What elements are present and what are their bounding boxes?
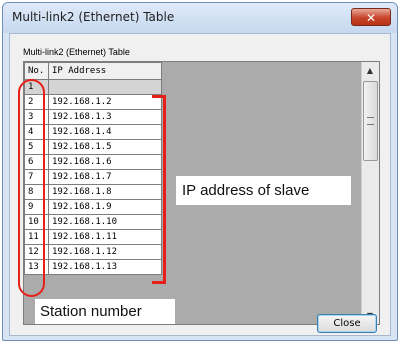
ip-address-cell[interactable]: 192.168.1.11: [48, 229, 162, 245]
window-close-button[interactable]: ✕: [351, 8, 391, 26]
table-row[interactable]: 13 192.168.1.13: [24, 259, 162, 275]
ip-address-cell[interactable]: 192.168.1.10: [48, 214, 162, 230]
ip-address-cell[interactable]: 192.168.1.5: [48, 139, 162, 155]
scroll-up-arrow-icon[interactable]: ▲: [362, 62, 378, 79]
ip-address-cell[interactable]: 192.168.1.12: [48, 244, 162, 260]
scrollbar-thumb[interactable]: [363, 81, 378, 161]
table-row[interactable]: 5 192.168.1.5: [24, 139, 162, 155]
column-header-ip-address[interactable]: IP Address: [48, 62, 162, 80]
ip-address-cell[interactable]: 192.168.1.13: [48, 259, 162, 275]
table-row[interactable]: 8 192.168.1.8: [24, 184, 162, 200]
column-header-no[interactable]: No.: [24, 62, 49, 80]
ip-address-cell[interactable]: 192.168.1.2: [48, 94, 162, 110]
table-row[interactable]: 9 192.168.1.9: [24, 199, 162, 215]
table-row[interactable]: 7 192.168.1.7: [24, 169, 162, 185]
station-number-callout: Station number: [35, 299, 175, 324]
table-row[interactable]: 12 192.168.1.12: [24, 244, 162, 260]
close-button[interactable]: Close: [317, 314, 377, 333]
ip-address-cell[interactable]: 192.168.1.3: [48, 109, 162, 125]
table-row[interactable]: 6 192.168.1.6: [24, 154, 162, 170]
ip-address-cell[interactable]: 192.168.1.9: [48, 199, 162, 215]
table-group-label: Multi-link2 (Ethernet) Table: [23, 47, 130, 57]
ip-address-cell[interactable]: [48, 79, 162, 95]
table-row[interactable]: 11 192.168.1.11: [24, 229, 162, 245]
table-row[interactable]: 10 192.168.1.10: [24, 214, 162, 230]
scrollbar-grip-icon: [367, 117, 374, 125]
ip-address-cell[interactable]: 192.168.1.7: [48, 169, 162, 185]
table-row[interactable]: 2 192.168.1.2: [24, 94, 162, 110]
multilink-table-window: Multi-link2 (Ethernet) Table ✕ Multi-lin…: [2, 2, 398, 341]
vertical-scrollbar[interactable]: ▲ ▼: [361, 62, 379, 324]
ip-address-callout: IP address of slave: [176, 176, 351, 205]
ip-address-cell[interactable]: 192.168.1.4: [48, 124, 162, 140]
ip-address-cell[interactable]: 192.168.1.8: [48, 184, 162, 200]
title-bar: Multi-link2 (Ethernet) Table ✕: [3, 3, 397, 33]
ip-address-cell[interactable]: 192.168.1.6: [48, 154, 162, 170]
window-title: Multi-link2 (Ethernet) Table: [12, 10, 175, 24]
table-row[interactable]: 4 192.168.1.4: [24, 124, 162, 140]
station-number-highlight-oval: [18, 79, 45, 297]
table-row[interactable]: 3 192.168.1.3: [24, 109, 162, 125]
ip-address-highlight-bracket: [152, 95, 166, 284]
table-row[interactable]: 1: [24, 79, 162, 95]
